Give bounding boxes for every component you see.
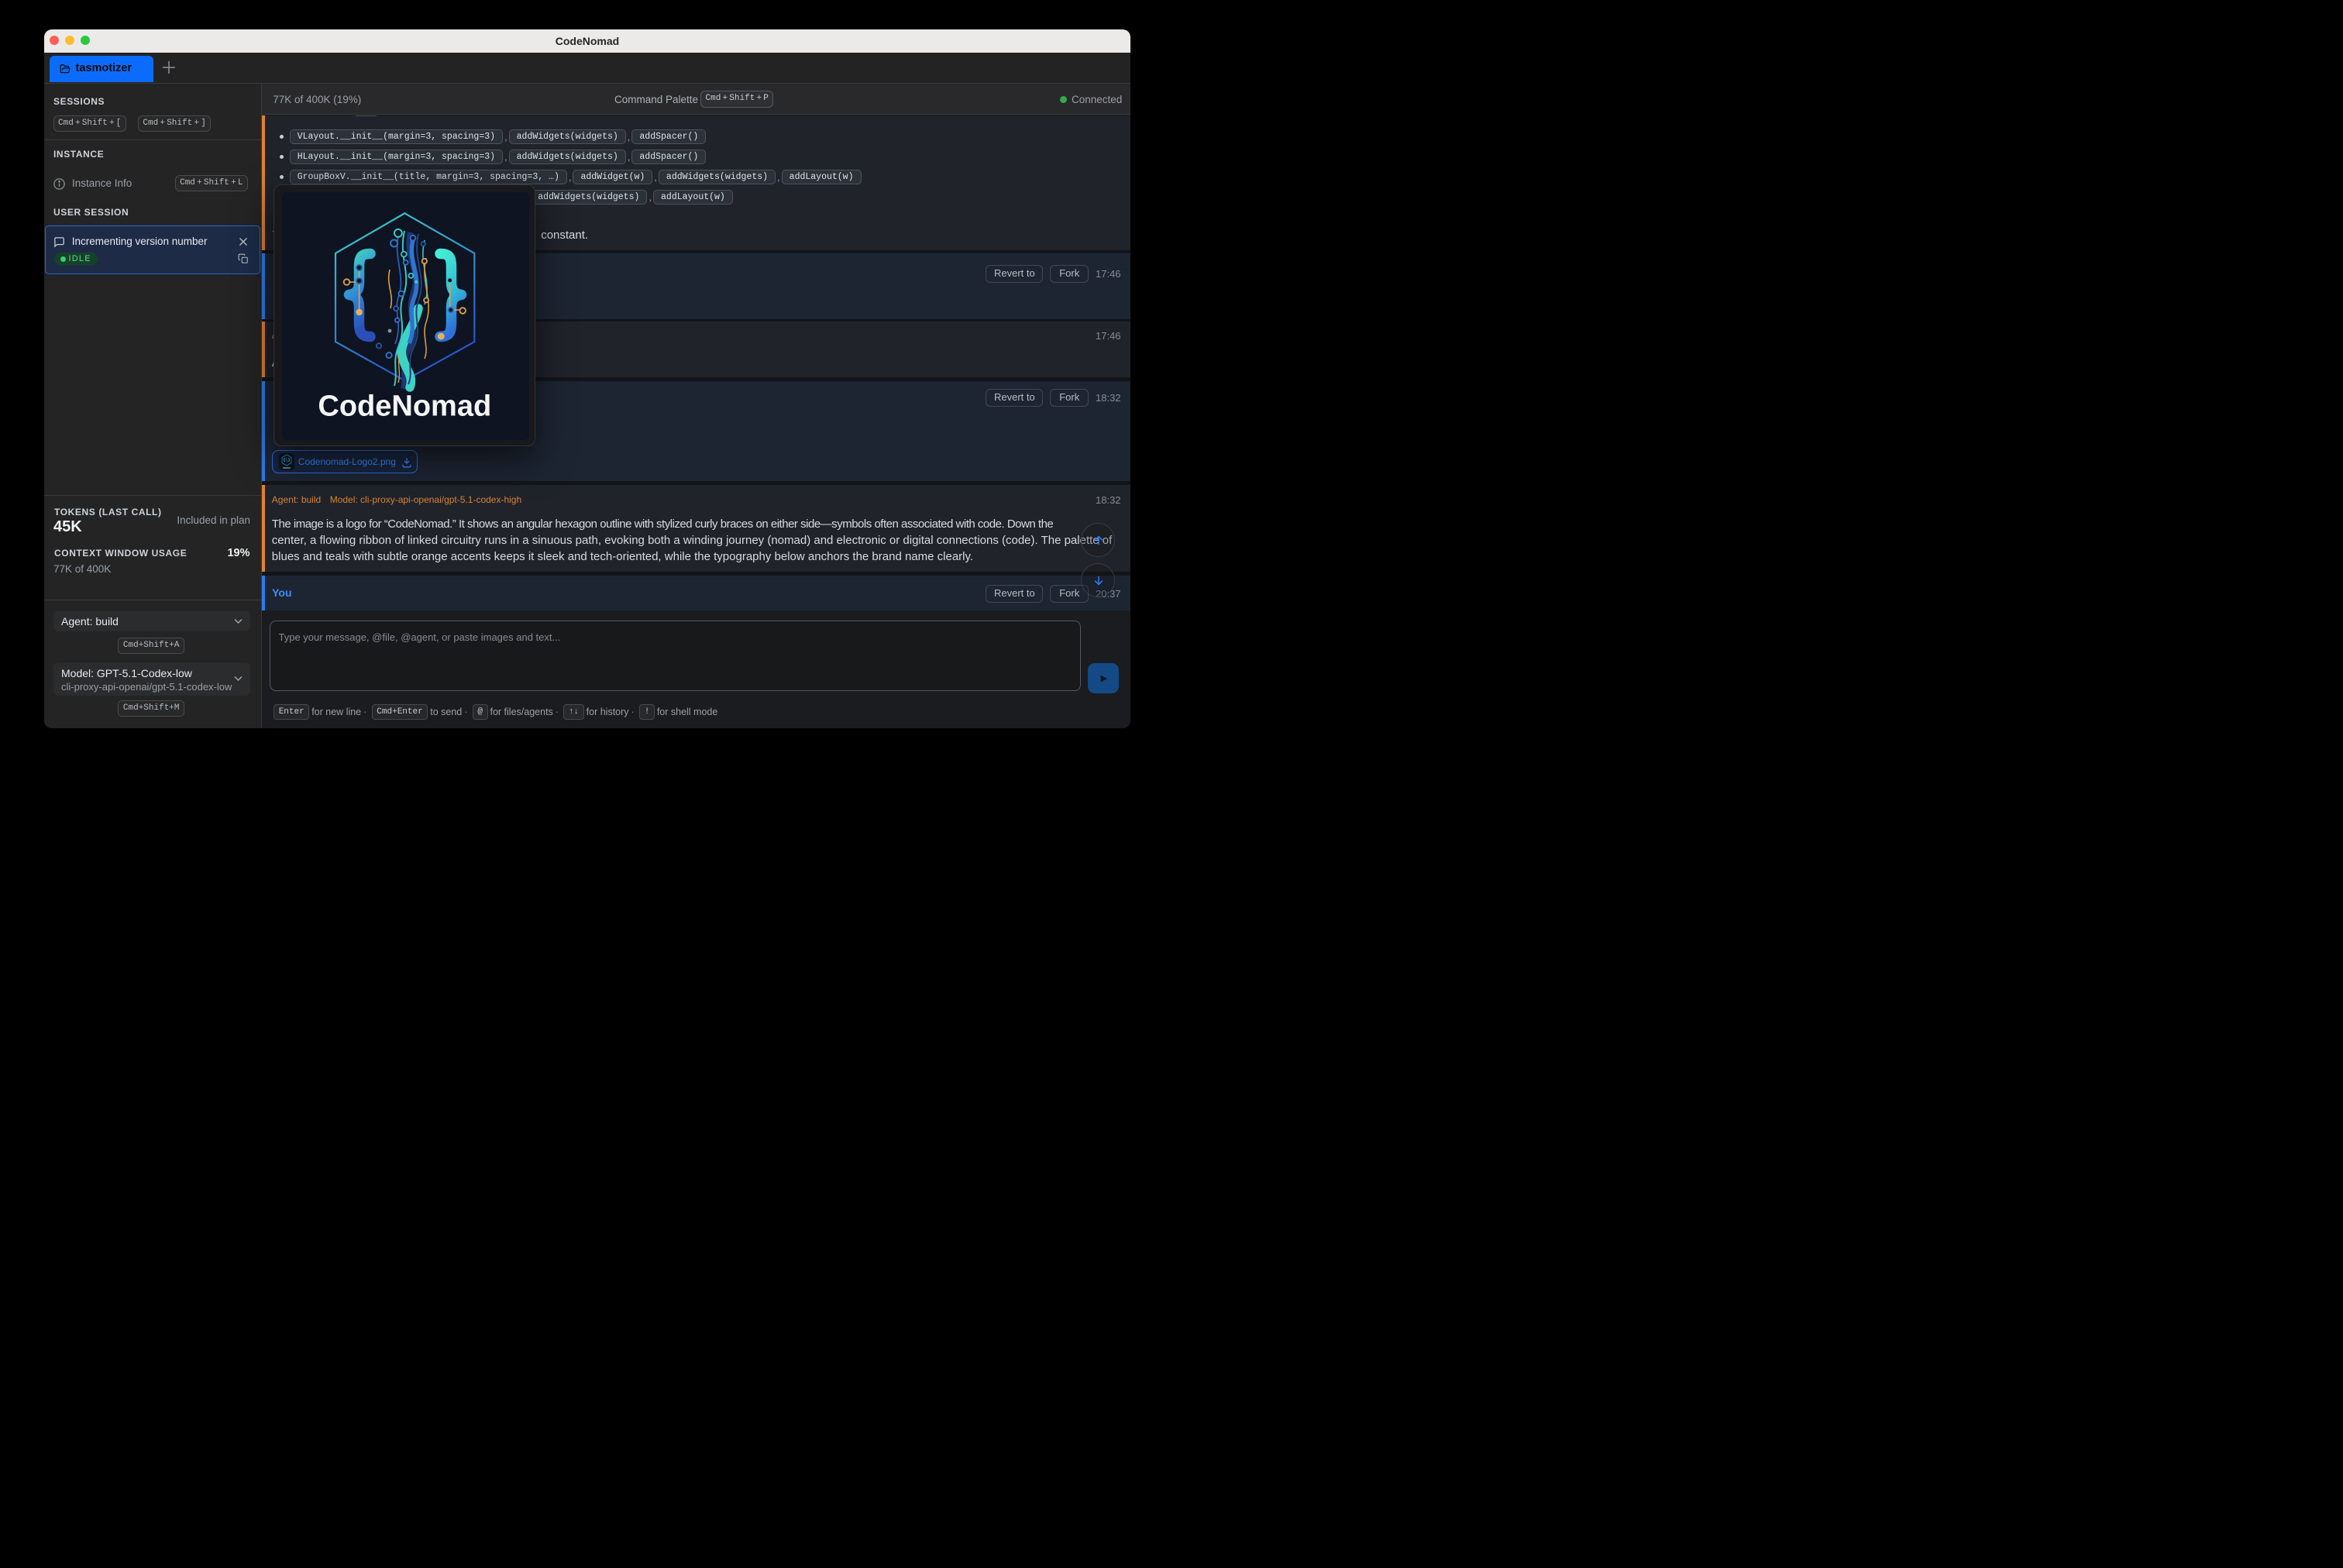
svg-text:CodeNomad: CodeNomad [318, 390, 491, 423]
